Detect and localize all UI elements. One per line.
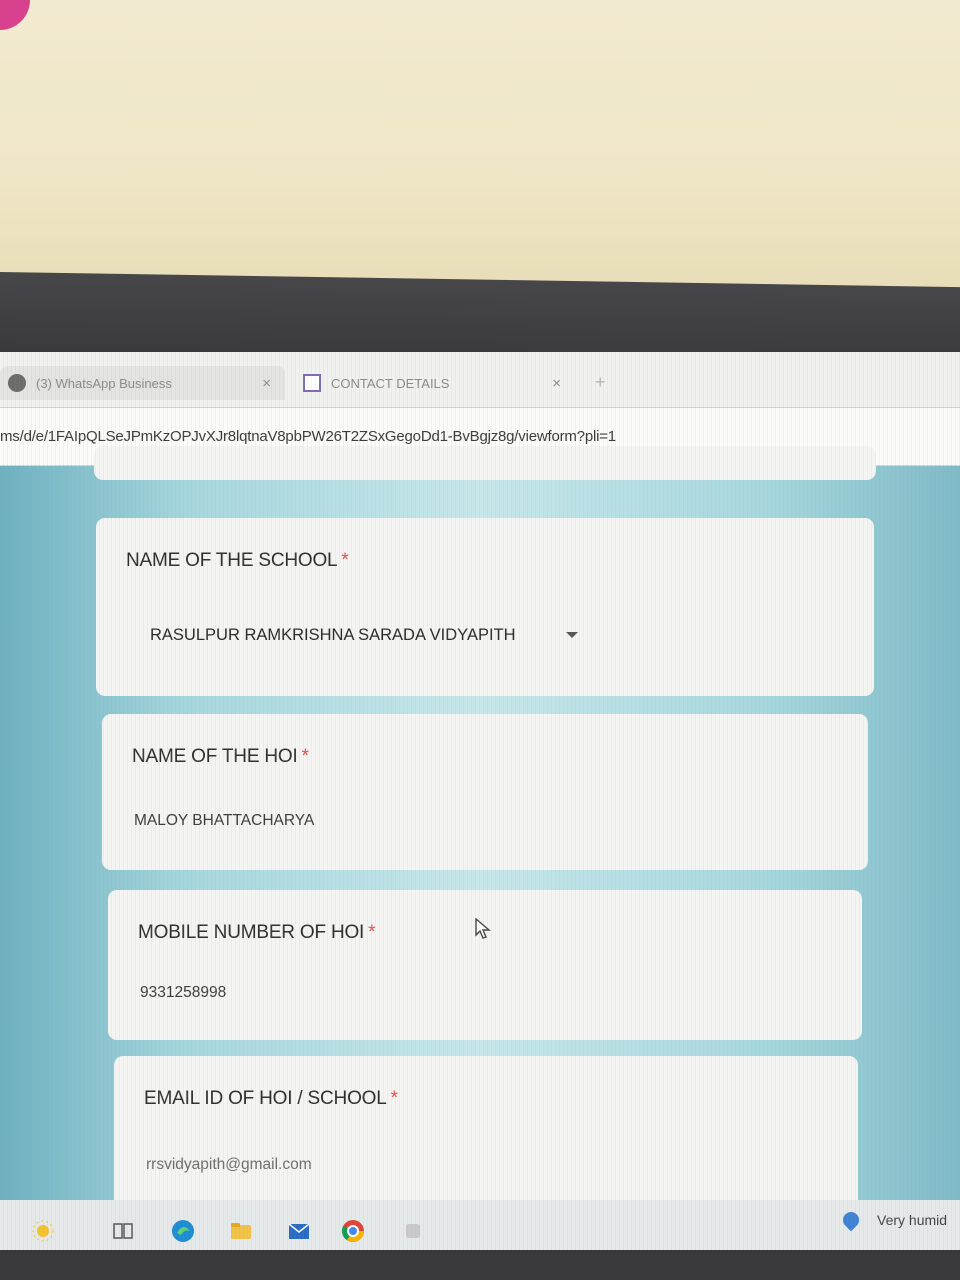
hoi-name-input[interactable]: MALOY BHATTACHARYA xyxy=(134,812,314,830)
question-title: MOBILE NUMBER OF HOI * xyxy=(138,922,376,944)
monitor-screen: (3) WhatsApp Business × CONTACT DETAILS … xyxy=(0,352,960,1252)
browser-tab-bar: (3) WhatsApp Business × CONTACT DETAILS … xyxy=(0,352,960,408)
question-card-hoi-name: NAME OF THE HOI * MALOY BHATTACHARYA xyxy=(102,714,868,870)
tab-label: CONTACT DETAILS xyxy=(331,375,450,391)
mouse-cursor-icon xyxy=(475,918,491,939)
humidity-icon xyxy=(839,1208,863,1232)
question-card-mobile: MOBILE NUMBER OF HOI * 9331258998 xyxy=(108,890,862,1040)
dropdown-arrow-icon[interactable] xyxy=(566,632,578,638)
form-page: NAME OF THE SCHOOL * RASULPUR RAMKRISHNA … xyxy=(0,446,960,1252)
required-star: * xyxy=(341,550,349,571)
required-star: * xyxy=(368,922,376,943)
task-view-icon[interactable] xyxy=(110,1218,136,1244)
monitor-bezel-bottom xyxy=(0,1250,960,1280)
pink-object xyxy=(0,0,30,30)
chrome-icon[interactable] xyxy=(340,1218,366,1244)
required-star: * xyxy=(301,746,309,767)
question-title-text: EMAIL ID OF HOI / SCHOOL xyxy=(144,1088,387,1109)
tab-whatsapp[interactable]: (3) WhatsApp Business × xyxy=(0,366,285,400)
weather-widget[interactable]: Very humid xyxy=(839,1208,948,1232)
wall-background xyxy=(0,0,960,300)
question-card-school: NAME OF THE SCHOOL * RASULPUR RAMKRISHNA … xyxy=(96,518,874,696)
question-title-text: MOBILE NUMBER OF HOI xyxy=(138,922,365,943)
mobile-number-input[interactable]: 9331258998 xyxy=(140,984,226,1002)
url-text[interactable]: ms/d/e/1FAIpQLSeJPmKzOPJvXJr8lqtnaV8pbPW… xyxy=(0,428,616,445)
widgets-icon[interactable] xyxy=(30,1218,56,1244)
school-dropdown-value[interactable]: RASULPUR RAMKRISHNA SARADA VIDYAPITH xyxy=(150,626,516,645)
google-forms-icon xyxy=(303,374,321,392)
app-icon[interactable] xyxy=(400,1218,426,1244)
new-tab-button[interactable]: + xyxy=(595,372,606,393)
tab-contact-details[interactable]: CONTACT DETAILS × xyxy=(295,366,575,400)
tab-label: (3) WhatsApp Business xyxy=(36,375,172,391)
required-star: * xyxy=(390,1088,398,1109)
question-title-text: NAME OF THE HOI xyxy=(132,746,298,767)
email-input[interactable]: rrsvidyapith@gmail.com xyxy=(146,1156,312,1174)
file-explorer-icon[interactable] xyxy=(228,1218,254,1244)
edge-icon[interactable] xyxy=(170,1218,196,1244)
question-title: EMAIL ID OF HOI / SCHOOL * xyxy=(144,1088,398,1110)
close-icon[interactable]: × xyxy=(552,375,561,392)
question-title: NAME OF THE HOI * xyxy=(132,746,309,768)
whatsapp-icon xyxy=(8,374,26,392)
question-title-text: NAME OF THE SCHOOL xyxy=(126,550,338,571)
close-icon[interactable]: × xyxy=(262,375,271,392)
mail-icon[interactable] xyxy=(286,1218,312,1244)
question-title: NAME OF THE SCHOOL * xyxy=(126,550,349,572)
previous-question-card xyxy=(94,446,876,480)
windows-taskbar xyxy=(0,1200,960,1252)
weather-text: Very humid xyxy=(877,1212,948,1228)
